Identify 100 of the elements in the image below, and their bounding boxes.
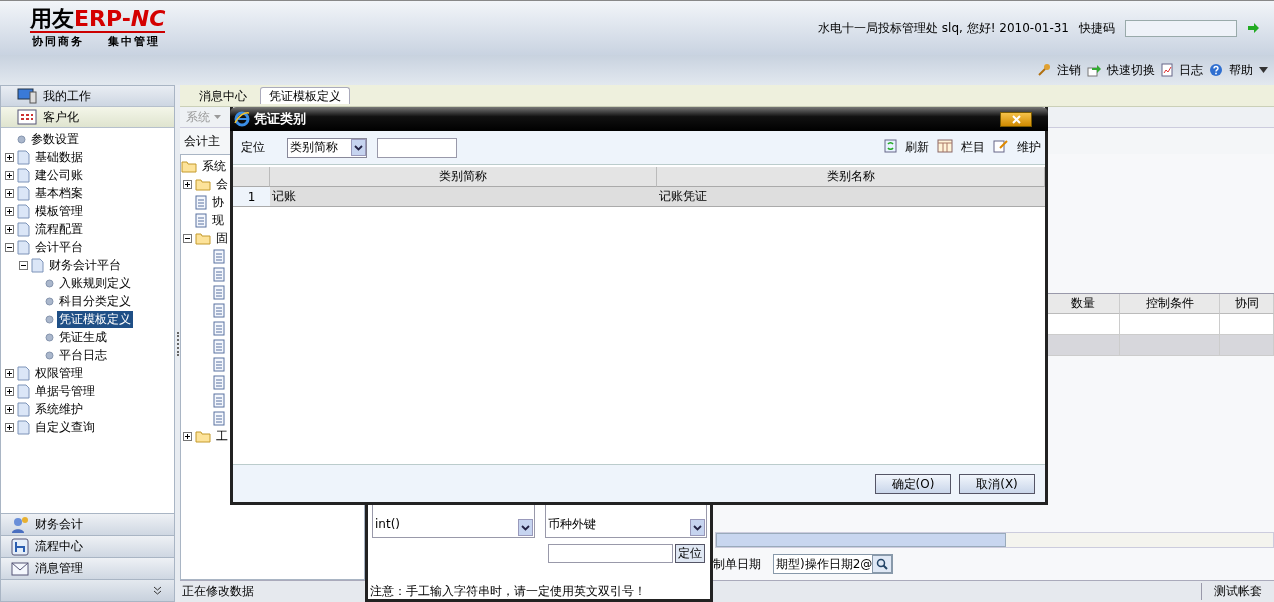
bullet-icon bbox=[17, 134, 26, 144]
double-chevron-icon[interactable] bbox=[153, 586, 162, 595]
tree-item[interactable]: 基础数据 bbox=[33, 148, 85, 166]
notepad-icon bbox=[213, 410, 225, 426]
toolbar-link[interactable]: 快速切换 bbox=[1107, 61, 1155, 79]
sidebar-section[interactable]: 流程中心 bbox=[1, 535, 174, 557]
status-message: 正在修改数据 bbox=[182, 583, 254, 600]
expand-toggle[interactable] bbox=[5, 188, 14, 198]
caret-icon bbox=[693, 524, 702, 531]
table-cell[interactable]: 记账 bbox=[270, 187, 657, 207]
column-header: 类别名称 bbox=[657, 167, 1045, 187]
tree-item[interactable]: 现 bbox=[210, 211, 226, 229]
toolbar-link[interactable]: 注销 bbox=[1057, 61, 1081, 79]
tree-item[interactable]: 凭证模板定义 bbox=[57, 310, 133, 328]
expand-toggle[interactable] bbox=[183, 431, 192, 441]
tab[interactable]: 凭证模板定义 bbox=[260, 87, 350, 104]
column-header: 控制条件 bbox=[1120, 294, 1220, 315]
sidebar-section[interactable]: 我的工作 bbox=[1, 86, 174, 107]
notepad-icon bbox=[213, 356, 225, 372]
page-icon bbox=[17, 221, 30, 237]
tree-item[interactable]: 固 bbox=[214, 229, 230, 247]
table-cell[interactable]: 记账凭证 bbox=[657, 187, 1045, 207]
expand-toggle[interactable] bbox=[5, 422, 14, 432]
locate-field[interactable] bbox=[377, 137, 457, 158]
tree-item[interactable]: 会 bbox=[214, 175, 230, 193]
expand-toggle[interactable] bbox=[5, 386, 14, 396]
page-icon bbox=[17, 203, 30, 219]
caret-icon bbox=[214, 115, 221, 119]
expand-toggle[interactable] bbox=[183, 179, 192, 189]
tree-item[interactable]: 协 bbox=[210, 193, 226, 211]
notepad-icon bbox=[213, 338, 225, 354]
tree-item[interactable]: 凭证生成 bbox=[57, 328, 109, 346]
tree-item[interactable]: 流程配置 bbox=[33, 220, 85, 238]
notepad-icon bbox=[213, 320, 225, 336]
toolbar-link[interactable]: 日志 bbox=[1179, 61, 1203, 79]
locate-by-select[interactable]: 类别简称 bbox=[287, 137, 367, 158]
expand-toggle[interactable] bbox=[5, 152, 14, 162]
tree-item[interactable]: 单据号管理 bbox=[33, 382, 97, 400]
sidebar-section[interactable]: 财务会计 bbox=[1, 513, 174, 535]
folder-icon bbox=[195, 429, 211, 443]
toolbar-button[interactable]: 栏目 bbox=[961, 139, 985, 156]
notepad-icon bbox=[213, 266, 225, 282]
collapse-toggle[interactable] bbox=[5, 242, 14, 252]
tree-item[interactable]: 入账规则定义 bbox=[57, 274, 133, 292]
sidebar-section[interactable]: 客户化 bbox=[1, 107, 174, 128]
collapse-toggle[interactable] bbox=[183, 233, 192, 243]
tree-item[interactable]: 财务会计平台 bbox=[47, 256, 123, 274]
tree-item[interactable]: 权限管理 bbox=[33, 364, 85, 382]
arrow-icon bbox=[1087, 63, 1101, 77]
dialog-button[interactable]: 取消(X) bbox=[959, 473, 1035, 494]
browser-e-icon bbox=[234, 111, 250, 127]
expand-toggle[interactable] bbox=[5, 206, 14, 216]
toolbar-link[interactable]: 帮助 bbox=[1229, 61, 1253, 79]
search-field[interactable] bbox=[548, 544, 673, 563]
dialog-button[interactable]: 确定(O) bbox=[875, 473, 951, 494]
help-icon bbox=[1209, 63, 1223, 77]
sidebar-section[interactable]: 消息管理 bbox=[1, 557, 174, 579]
greeting-text: 水电十一局投标管理处 slq, 您好! 2010-01-31 bbox=[818, 19, 1069, 37]
tree-item[interactable]: 建公司账 bbox=[33, 166, 85, 184]
toolbar-button[interactable]: 刷新 bbox=[905, 139, 929, 156]
expand-toggle[interactable] bbox=[5, 170, 14, 180]
expand-toggle[interactable] bbox=[5, 224, 14, 234]
row-number: 1 bbox=[233, 187, 270, 207]
bullet-icon bbox=[45, 332, 54, 342]
account-label: 测试帐套 bbox=[1201, 583, 1274, 600]
shortcut-field[interactable] bbox=[1125, 19, 1237, 37]
search-button[interactable] bbox=[872, 555, 892, 573]
toolbar-button[interactable]: 维护 bbox=[1017, 139, 1041, 156]
edit-icon bbox=[993, 139, 1009, 153]
locate-label: 定位 bbox=[241, 139, 265, 156]
notepad-icon bbox=[213, 392, 225, 408]
tree-item[interactable]: 工 bbox=[214, 427, 230, 445]
tree-item[interactable]: 系统维护 bbox=[33, 400, 85, 418]
tree-item[interactable]: 自定义查询 bbox=[33, 418, 97, 436]
close-icon bbox=[1011, 114, 1021, 124]
tree-item[interactable]: 科目分类定义 bbox=[57, 292, 133, 310]
tree-item[interactable]: 基本档案 bbox=[33, 184, 85, 202]
tree-item[interactable]: 模板管理 bbox=[33, 202, 85, 220]
tree-item[interactable]: 参数设置 bbox=[29, 130, 81, 148]
flowchart-icon bbox=[11, 537, 29, 556]
expand-toggle[interactable] bbox=[5, 368, 14, 378]
horizontal-scrollbar[interactable] bbox=[715, 532, 1274, 548]
folder-icon bbox=[195, 177, 211, 191]
dialog-title: 凭证类别 bbox=[254, 110, 306, 128]
list-item[interactable]: 币种外键 bbox=[547, 515, 688, 533]
date-field[interactable]: 期型)操作日期2@ bbox=[773, 554, 893, 574]
bullet-icon bbox=[45, 278, 54, 288]
page-icon bbox=[17, 185, 30, 201]
tree-item[interactable]: 会计平台 bbox=[33, 238, 85, 256]
collapse-toggle[interactable] bbox=[19, 260, 28, 270]
tree-item[interactable]: 系统 bbox=[200, 157, 228, 175]
field-label: 会计主 bbox=[184, 132, 220, 150]
dropdown-caret-icon[interactable] bbox=[1259, 67, 1268, 73]
tab[interactable]: 消息中心 bbox=[190, 87, 256, 104]
tree-item[interactable]: 平台日志 bbox=[57, 346, 109, 364]
list-item[interactable]: int() bbox=[375, 515, 516, 533]
close-button[interactable] bbox=[1000, 111, 1032, 127]
splitter-handle[interactable] bbox=[176, 331, 179, 356]
expand-toggle[interactable] bbox=[5, 404, 14, 414]
locate-button[interactable]: 定位 bbox=[675, 544, 705, 563]
